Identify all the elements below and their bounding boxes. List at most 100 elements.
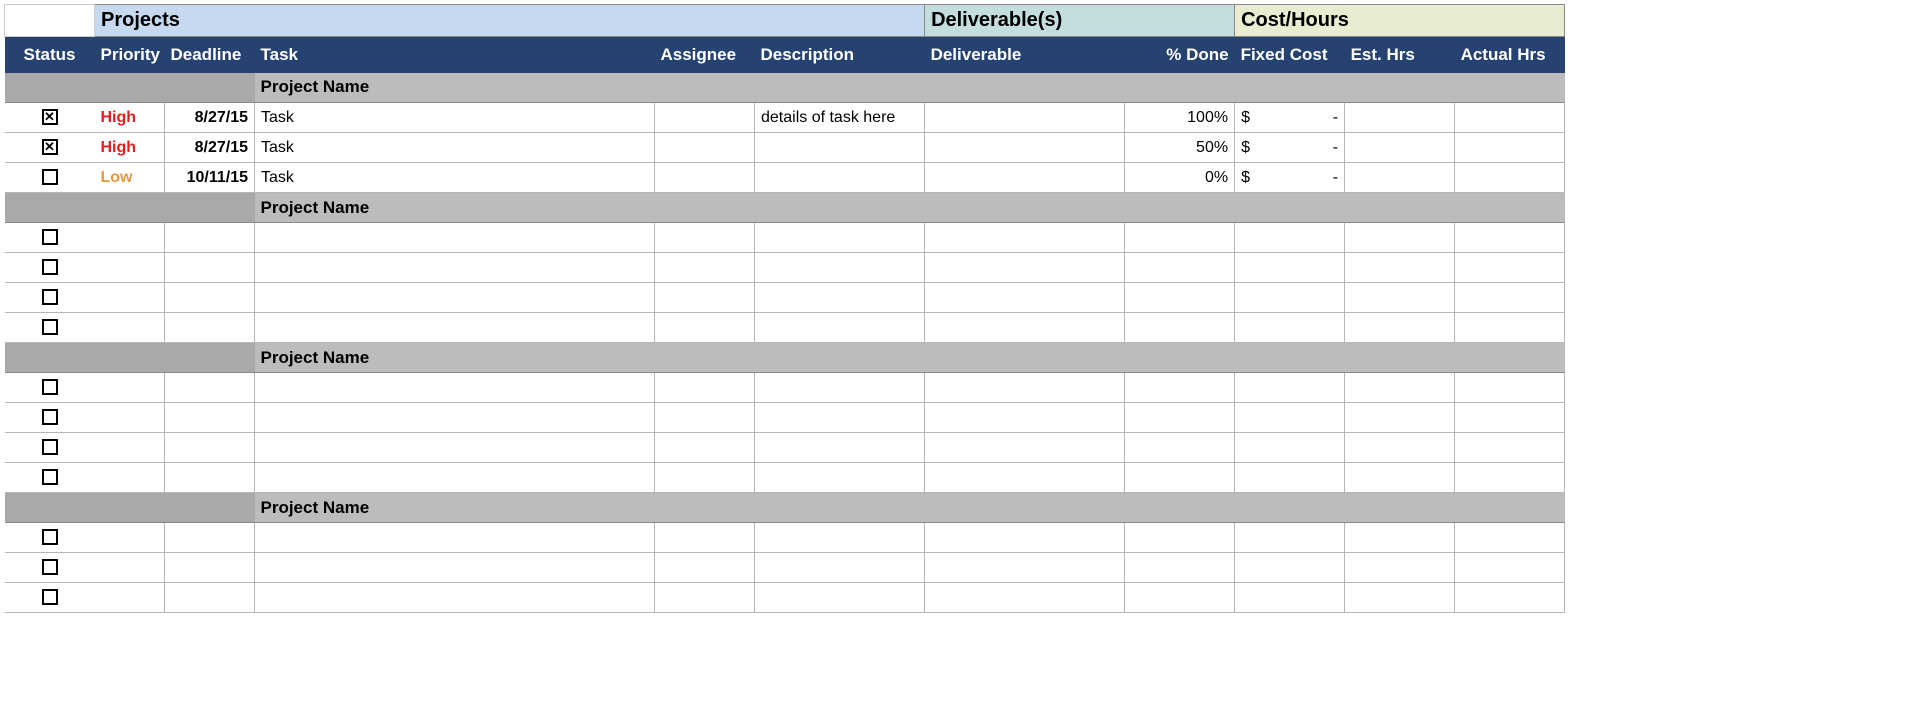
description-cell[interactable] [755,163,925,193]
deadline-cell[interactable] [165,283,255,313]
deadline-cell[interactable] [165,433,255,463]
fixed-cost-cell[interactable]: $- [1235,133,1345,163]
fixed-cost-cell[interactable] [1235,463,1345,493]
deadline-cell[interactable] [165,223,255,253]
priority-cell[interactable] [95,403,165,433]
est-hrs-cell[interactable] [1345,403,1455,433]
status-cell[interactable]: ✕ [5,103,95,133]
description-cell[interactable]: details of task here [755,103,925,133]
task-cell[interactable]: Task [255,103,655,133]
task-cell[interactable] [255,403,655,433]
description-cell[interactable] [755,313,925,343]
actual-hrs-cell[interactable] [1455,463,1565,493]
assignee-cell[interactable] [655,283,755,313]
priority-cell[interactable] [95,253,165,283]
fixed-cost-cell[interactable] [1235,223,1345,253]
description-cell[interactable] [755,253,925,283]
fixed-cost-cell[interactable]: $- [1235,163,1345,193]
priority-cell[interactable] [95,283,165,313]
actual-hrs-cell[interactable] [1455,253,1565,283]
deadline-cell[interactable] [165,463,255,493]
deadline-cell[interactable] [165,523,255,553]
deadline-cell[interactable]: 10/11/15 [165,163,255,193]
fixed-cost-cell[interactable] [1235,253,1345,283]
fixed-cost-cell[interactable] [1235,373,1345,403]
priority-cell[interactable] [95,463,165,493]
est-hrs-cell[interactable] [1345,463,1455,493]
task-cell[interactable] [255,523,655,553]
project-name-cell[interactable]: Project Name [255,493,655,523]
description-cell[interactable] [755,433,925,463]
deliverable-cell[interactable] [925,223,1125,253]
deadline-cell[interactable] [165,313,255,343]
status-checkbox-icon[interactable]: ✕ [42,109,58,125]
deliverable-cell[interactable] [925,403,1125,433]
actual-hrs-cell[interactable] [1455,283,1565,313]
task-cell[interactable] [255,223,655,253]
assignee-cell[interactable] [655,403,755,433]
status-checkbox-icon[interactable] [42,469,58,485]
status-cell[interactable] [5,463,95,493]
pct-done-cell[interactable] [1125,223,1235,253]
actual-hrs-cell[interactable] [1455,103,1565,133]
assignee-cell[interactable] [655,583,755,613]
pct-done-cell[interactable]: 0% [1125,163,1235,193]
deadline-cell[interactable] [165,583,255,613]
deadline-cell[interactable]: 8/27/15 [165,133,255,163]
est-hrs-cell[interactable] [1345,583,1455,613]
task-cell[interactable] [255,463,655,493]
actual-hrs-cell[interactable] [1455,583,1565,613]
status-checkbox-icon[interactable] [42,409,58,425]
description-cell[interactable] [755,133,925,163]
status-checkbox-icon[interactable] [42,379,58,395]
est-hrs-cell[interactable] [1345,103,1455,133]
pct-done-cell[interactable] [1125,283,1235,313]
est-hrs-cell[interactable] [1345,433,1455,463]
priority-cell[interactable]: Low [95,163,165,193]
description-cell[interactable] [755,463,925,493]
priority-cell[interactable] [95,583,165,613]
task-cell[interactable] [255,433,655,463]
task-cell[interactable] [255,283,655,313]
deadline-cell[interactable] [165,253,255,283]
fixed-cost-cell[interactable] [1235,403,1345,433]
project-name-cell[interactable]: Project Name [255,343,655,373]
est-hrs-cell[interactable] [1345,133,1455,163]
status-cell[interactable] [5,223,95,253]
task-cell[interactable] [255,553,655,583]
priority-cell[interactable] [95,373,165,403]
status-checkbox-icon[interactable] [42,289,58,305]
status-cell[interactable] [5,283,95,313]
status-cell[interactable] [5,373,95,403]
priority-cell[interactable]: High [95,133,165,163]
pct-done-cell[interactable] [1125,523,1235,553]
status-checkbox-icon[interactable] [42,229,58,245]
status-checkbox-icon[interactable] [42,589,58,605]
pct-done-cell[interactable]: 100% [1125,103,1235,133]
project-name-cell[interactable]: Project Name [255,73,655,103]
deadline-cell[interactable]: 8/27/15 [165,103,255,133]
description-cell[interactable] [755,373,925,403]
actual-hrs-cell[interactable] [1455,313,1565,343]
pct-done-cell[interactable] [1125,403,1235,433]
pct-done-cell[interactable]: 50% [1125,133,1235,163]
deliverable-cell[interactable] [925,433,1125,463]
assignee-cell[interactable] [655,373,755,403]
deliverable-cell[interactable] [925,103,1125,133]
description-cell[interactable] [755,553,925,583]
est-hrs-cell[interactable] [1345,373,1455,403]
deliverable-cell[interactable] [925,583,1125,613]
pct-done-cell[interactable] [1125,253,1235,283]
status-checkbox-icon[interactable] [42,529,58,545]
pct-done-cell[interactable] [1125,433,1235,463]
deliverable-cell[interactable] [925,463,1125,493]
actual-hrs-cell[interactable] [1455,133,1565,163]
priority-cell[interactable] [95,523,165,553]
deliverable-cell[interactable] [925,253,1125,283]
deadline-cell[interactable] [165,373,255,403]
actual-hrs-cell[interactable] [1455,223,1565,253]
actual-hrs-cell[interactable] [1455,163,1565,193]
est-hrs-cell[interactable] [1345,523,1455,553]
status-cell[interactable] [5,583,95,613]
status-cell[interactable] [5,433,95,463]
